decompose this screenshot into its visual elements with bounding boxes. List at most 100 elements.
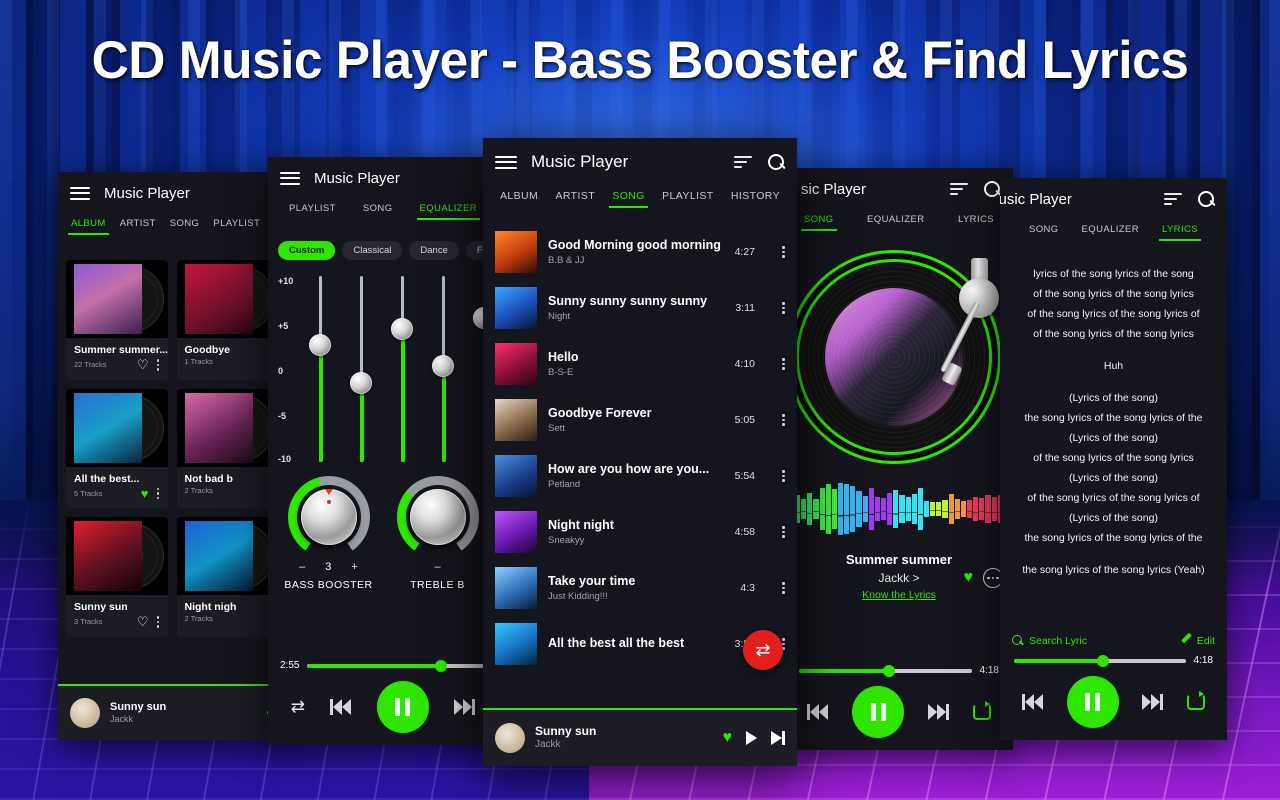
album-card[interactable]: Summer summer... 22 Tracks ♡: [66, 260, 168, 380]
seek-track[interactable]: [1014, 654, 1186, 667]
play-icon[interactable]: [746, 731, 757, 745]
album-card[interactable]: Goodbye 1 Tracks: [176, 260, 278, 380]
tab-equalizer[interactable]: EQUALIZER: [413, 199, 484, 220]
tab-artist[interactable]: ARTIST: [113, 214, 163, 229]
overflow-icon[interactable]: [782, 244, 785, 260]
know-the-lyrics-link[interactable]: Know the Lyrics: [795, 589, 1003, 601]
song-row[interactable]: Take your time Just Kidding!!! 4:3: [483, 560, 797, 616]
repeat-icon[interactable]: [973, 701, 991, 720]
tab-artist[interactable]: ARTIST: [548, 186, 602, 202]
shuffle-icon[interactable]: ⇄: [291, 697, 305, 717]
overflow-icon[interactable]: [782, 356, 785, 372]
preset-dance[interactable]: Dance: [409, 241, 459, 260]
song-row[interactable]: Good Morning good morning B.B & JJ 4:27: [483, 224, 797, 280]
like-icon[interactable]: ♥: [723, 730, 733, 746]
seek-handle[interactable]: [882, 664, 895, 677]
menu-icon[interactable]: [70, 183, 90, 203]
seek-bar-equalizer[interactable]: 2:55: [268, 659, 498, 672]
repeat-icon[interactable]: [1187, 691, 1206, 710]
tab-lyrics[interactable]: LYRICS: [951, 210, 1001, 225]
search-lyric-button[interactable]: Search Lyric: [1012, 635, 1180, 647]
like-icon[interactable]: ♡: [137, 358, 149, 371]
previous-icon[interactable]: [330, 699, 352, 715]
pause-button[interactable]: [1066, 676, 1119, 728]
sort-icon[interactable]: [950, 180, 968, 198]
slider-knob[interactable]: [432, 355, 454, 377]
menu-icon[interactable]: [280, 168, 300, 188]
treble-dial[interactable]: [396, 476, 479, 558]
preset-classical[interactable]: Classical: [342, 241, 403, 260]
treble-minus-button[interactable]: –: [434, 561, 440, 573]
search-icon[interactable]: [768, 153, 785, 171]
seek-handle[interactable]: [1097, 654, 1110, 667]
seek-track[interactable]: [307, 659, 486, 672]
sort-icon[interactable]: [734, 153, 752, 171]
tab-song[interactable]: SONG: [797, 210, 841, 231]
tab-playlist[interactable]: PLAYLIST: [655, 186, 720, 202]
next-icon[interactable]: [928, 704, 949, 720]
tab-album[interactable]: ALBUM: [64, 214, 113, 235]
overflow-icon[interactable]: [782, 300, 785, 316]
shuffle-fab-button[interactable]: ⇄: [743, 630, 783, 670]
pause-button[interactable]: [852, 686, 904, 738]
seek-bar-lyrics[interactable]: 4:18: [1000, 654, 1227, 667]
mini-player-songs[interactable]: Sunny sun Jackk ♥: [483, 708, 797, 766]
tab-history[interactable]: HISTORY: [724, 186, 787, 202]
overflow-icon[interactable]: [156, 614, 160, 630]
next-icon[interactable]: [454, 699, 476, 715]
like-icon[interactable]: ♥: [964, 570, 974, 586]
tab-equalizer[interactable]: EQUALIZER: [1075, 220, 1146, 235]
slider-knob[interactable]: [309, 334, 331, 356]
overflow-icon[interactable]: [156, 357, 160, 373]
song-row[interactable]: Goodbye Forever Sett 5:05: [483, 392, 797, 448]
edit-lyric-button[interactable]: Edit: [1180, 635, 1215, 647]
like-icon[interactable]: ♡: [137, 615, 149, 628]
album-card[interactable]: Night nigh 2 Tracks: [176, 517, 278, 637]
tab-playlist[interactable]: PLAYLIST: [282, 199, 343, 214]
tab-album[interactable]: ALBUM: [493, 186, 545, 202]
tab-song[interactable]: SONG: [356, 199, 400, 214]
slider-knob[interactable]: [391, 318, 413, 340]
eq-band-slider[interactable]: [308, 276, 332, 462]
eq-band-slider[interactable]: [349, 276, 373, 462]
preset-custom[interactable]: Custom: [278, 241, 336, 260]
song-row[interactable]: Sunny sunny sunny sunny Night 3:11: [483, 280, 797, 336]
like-icon[interactable]: ♥: [141, 487, 149, 500]
overflow-icon[interactable]: [782, 524, 785, 540]
tab-song[interactable]: SONG: [1022, 220, 1066, 235]
album-card[interactable]: Not bad b 2 Tracks: [176, 388, 278, 508]
album-card[interactable]: All the best... 5 Tracks ♥: [66, 388, 168, 508]
previous-icon[interactable]: [807, 704, 828, 720]
menu-icon[interactable]: [495, 152, 517, 172]
seek-bar-nowplaying[interactable]: 4:18: [785, 664, 1013, 677]
mini-player-album[interactable]: Sunny sun Jackk ♥: [58, 684, 286, 740]
next-icon[interactable]: [1142, 694, 1164, 710]
album-card[interactable]: Sunny sun 3 Tracks ♡: [66, 517, 168, 637]
song-row[interactable]: How are you how are you... Petland 5:54: [483, 448, 797, 504]
sort-icon[interactable]: [1164, 190, 1182, 208]
bass-plus-button[interactable]: +: [351, 561, 357, 573]
overflow-icon[interactable]: [156, 486, 160, 502]
overflow-icon[interactable]: [782, 580, 785, 596]
bass-dial[interactable]: [287, 476, 370, 558]
tab-equalizer[interactable]: EQUALIZER: [860, 210, 931, 225]
tab-playlist[interactable]: PLAYLIST: [206, 214, 267, 229]
pause-button[interactable]: [376, 681, 429, 733]
slider-knob[interactable]: [350, 372, 372, 394]
overflow-icon[interactable]: [782, 468, 785, 484]
search-icon[interactable]: [1198, 190, 1215, 208]
seek-track[interactable]: [799, 664, 972, 677]
eq-band-slider[interactable]: [390, 276, 414, 462]
search-icon[interactable]: [984, 180, 1001, 198]
song-row[interactable]: Hello B-S-E 4:10: [483, 336, 797, 392]
previous-icon[interactable]: [1021, 694, 1043, 710]
eq-band-slider[interactable]: [431, 276, 455, 462]
tab-song[interactable]: SONG: [605, 186, 652, 208]
overflow-icon[interactable]: [782, 412, 785, 428]
tab-lyrics[interactable]: LYRICS: [1155, 220, 1205, 241]
tab-song[interactable]: SONG: [163, 214, 207, 229]
next-icon[interactable]: [771, 731, 785, 745]
seek-handle[interactable]: [435, 659, 448, 672]
bass-minus-button[interactable]: –: [299, 561, 305, 573]
song-row[interactable]: Night night Sneakyy 4:58: [483, 504, 797, 560]
